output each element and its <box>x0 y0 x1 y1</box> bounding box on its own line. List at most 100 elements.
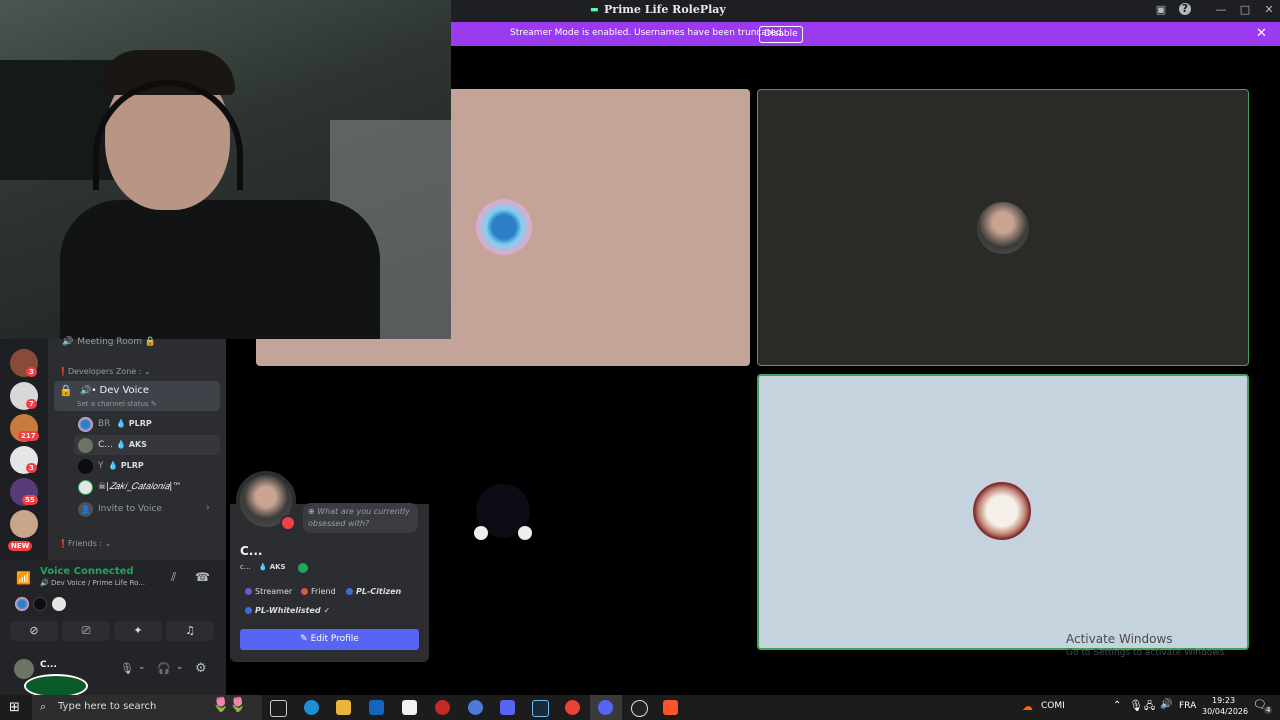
weather-text[interactable]: COMI <box>1041 701 1065 711</box>
channel-meeting-room[interactable]: 🔊 Meeting Room 🔒 <box>62 337 156 347</box>
soundboard-button[interactable]: ♫ <box>166 621 214 641</box>
discord-icon[interactable] <box>500 700 515 715</box>
search-icon: ⌕ <box>40 700 47 713</box>
member-name: BR <box>98 419 111 429</box>
participant-tile-speaking[interactable] <box>757 374 1249 650</box>
edit-profile-button[interactable]: ✎ Edit Profile <box>240 629 419 650</box>
channel-label: Meeting Room 🔒 <box>77 337 157 347</box>
tray-volume-icon[interactable]: 🔊 <box>1160 699 1172 710</box>
share-screen-button[interactable]: ⎚ <box>62 621 110 641</box>
role-chip: Streamer <box>245 587 292 596</box>
user-avatar[interactable] <box>14 659 34 679</box>
member-tag: 💧 PLRP <box>116 419 152 428</box>
help-icon[interactable]: ? <box>1179 3 1191 15</box>
voice-location[interactable]: 🔊 Dev Voice / Prime Life Ro... <box>40 579 145 587</box>
role-label: PL-Whitelisted <box>255 606 321 615</box>
voice-channel-name: 🔊• Dev Voice <box>80 385 150 396</box>
set-channel-status[interactable]: Set a channel status ✎ <box>77 400 157 408</box>
webcam-overlay <box>0 0 451 339</box>
signal-icon: 📶 <box>16 571 31 585</box>
role-color-dot <box>346 588 353 595</box>
weather-icon: ☁ <box>1022 700 1033 713</box>
server-badge: 3 <box>26 367 37 377</box>
task-view-icon[interactable] <box>270 700 287 717</box>
app-icon[interactable] <box>468 700 483 715</box>
tray-mic-icon[interactable]: 🎙 <box>1129 699 1143 712</box>
member-name: C... <box>98 440 113 450</box>
maximize-icon[interactable]: □ <box>1238 3 1252 17</box>
member-avatar <box>78 480 93 495</box>
avatar-hand-left <box>474 526 488 540</box>
avatar-hand-right <box>518 526 532 540</box>
invite-label: Invite to Voice <box>98 504 162 514</box>
tray-network-icon[interactable]: 🖧 <box>1144 699 1155 716</box>
minimize-icon[interactable]: — <box>1214 3 1228 17</box>
role-color-dot <box>245 588 252 595</box>
activities-button[interactable]: ✦ <box>114 621 162 641</box>
role-color-dot <box>301 588 308 595</box>
member-tag-label: PLRP <box>120 461 144 470</box>
member-tag-label: PLRP <box>128 419 152 428</box>
category-friends[interactable]: ❗Friends : ⌄ <box>58 539 111 548</box>
participant-tile-speaking[interactable] <box>757 89 1249 366</box>
server-icon[interactable] <box>10 510 38 538</box>
dnd-status-icon <box>280 515 296 531</box>
chrome-icon[interactable] <box>565 700 580 715</box>
member-avatar <box>78 417 93 432</box>
role-color-dot <box>245 607 252 614</box>
voice-connected-status: Voice Connected <box>40 566 134 577</box>
voice-user-avatar <box>33 597 47 611</box>
status-placeholder: ⊕ What are you currently obsessed with? <box>308 507 410 528</box>
chevron-down-icon[interactable]: ⌄ <box>138 662 146 672</box>
headphones-icon[interactable]: 🎧 <box>157 662 171 675</box>
category-developers-zone[interactable]: ❗Developers Zone : ⌄ <box>58 367 151 376</box>
profile-name: C... <box>240 544 263 558</box>
brave-icon[interactable] <box>663 700 678 715</box>
clock-time[interactable]: 19:23 <box>1212 696 1235 705</box>
disable-streamer-mode-button[interactable]: Disable <box>759 26 803 43</box>
camera-off-button[interactable]: ⊘ <box>10 621 58 641</box>
discord-icon[interactable] <box>598 700 613 715</box>
member-name: ☠|𝑍𝑎𝑘𝑖_𝐶𝑎𝑡𝑎𝑙𝑜𝑛𝑖𝑎|™ <box>98 482 182 492</box>
noise-suppression-icon[interactable]: ⫽ <box>171 570 176 585</box>
member-tag-label: AKS <box>128 440 147 449</box>
file-explorer-icon[interactable] <box>336 700 351 715</box>
store-icon[interactable] <box>402 700 417 715</box>
screen-share-icon[interactable]: ▣ <box>1154 3 1168 17</box>
profile-tag: AKS <box>269 563 286 571</box>
gear-icon[interactable]: ⚙ <box>195 661 207 676</box>
tulips-icon: 🌷🌷 <box>212 697 247 713</box>
user-avatar <box>977 202 1029 254</box>
server-badge: 7 <box>26 399 37 409</box>
tray-chevron-icon[interactable]: ⌃ <box>1113 700 1121 711</box>
clock-date[interactable]: 30/04/2026 <box>1202 707 1248 716</box>
app-icon[interactable] <box>631 700 648 717</box>
search-placeholder: Type here to search <box>58 701 157 712</box>
activate-windows-hint: Go to Settings to activate Windows. <box>1066 648 1228 658</box>
app-icon[interactable] <box>435 700 450 715</box>
edge-icon[interactable] <box>304 700 319 715</box>
windows-start-icon[interactable]: ⊞ <box>9 700 20 715</box>
server-badge: 3 <box>26 463 37 473</box>
channel-status-label: Set a channel status <box>77 400 149 408</box>
webcam-person-body <box>60 200 380 339</box>
close-banner-icon[interactable]: ✕ <box>1256 26 1267 41</box>
chevron-down-icon[interactable]: ⌄ <box>176 662 184 672</box>
streamer-mode-text: Streamer Mode is enabled. Usernames have… <box>510 28 785 38</box>
server-badge: 55 <box>22 495 38 505</box>
status-placeholder-text: What are you currently obsessed with? <box>308 507 410 528</box>
disconnect-icon[interactable]: ☎ <box>195 570 210 584</box>
close-window-icon[interactable]: ✕ <box>1262 3 1276 17</box>
language-indicator[interactable]: FRA <box>1179 701 1196 711</box>
server-badge: 217 <box>18 431 39 441</box>
member-avatar <box>78 438 93 453</box>
edit-profile-label: Edit Profile <box>310 634 359 644</box>
outlook-icon[interactable] <box>369 700 384 715</box>
steam-icon[interactable] <box>532 700 549 717</box>
role-chip: Friend <box>301 587 336 596</box>
role-chip: PL-Whitelisted ✓ <box>245 606 330 615</box>
member-hover-row <box>74 435 220 455</box>
eye-avatar <box>476 199 532 255</box>
member-name: Y <box>98 461 104 471</box>
microphone-icon[interactable]: 🎙 <box>120 662 134 675</box>
